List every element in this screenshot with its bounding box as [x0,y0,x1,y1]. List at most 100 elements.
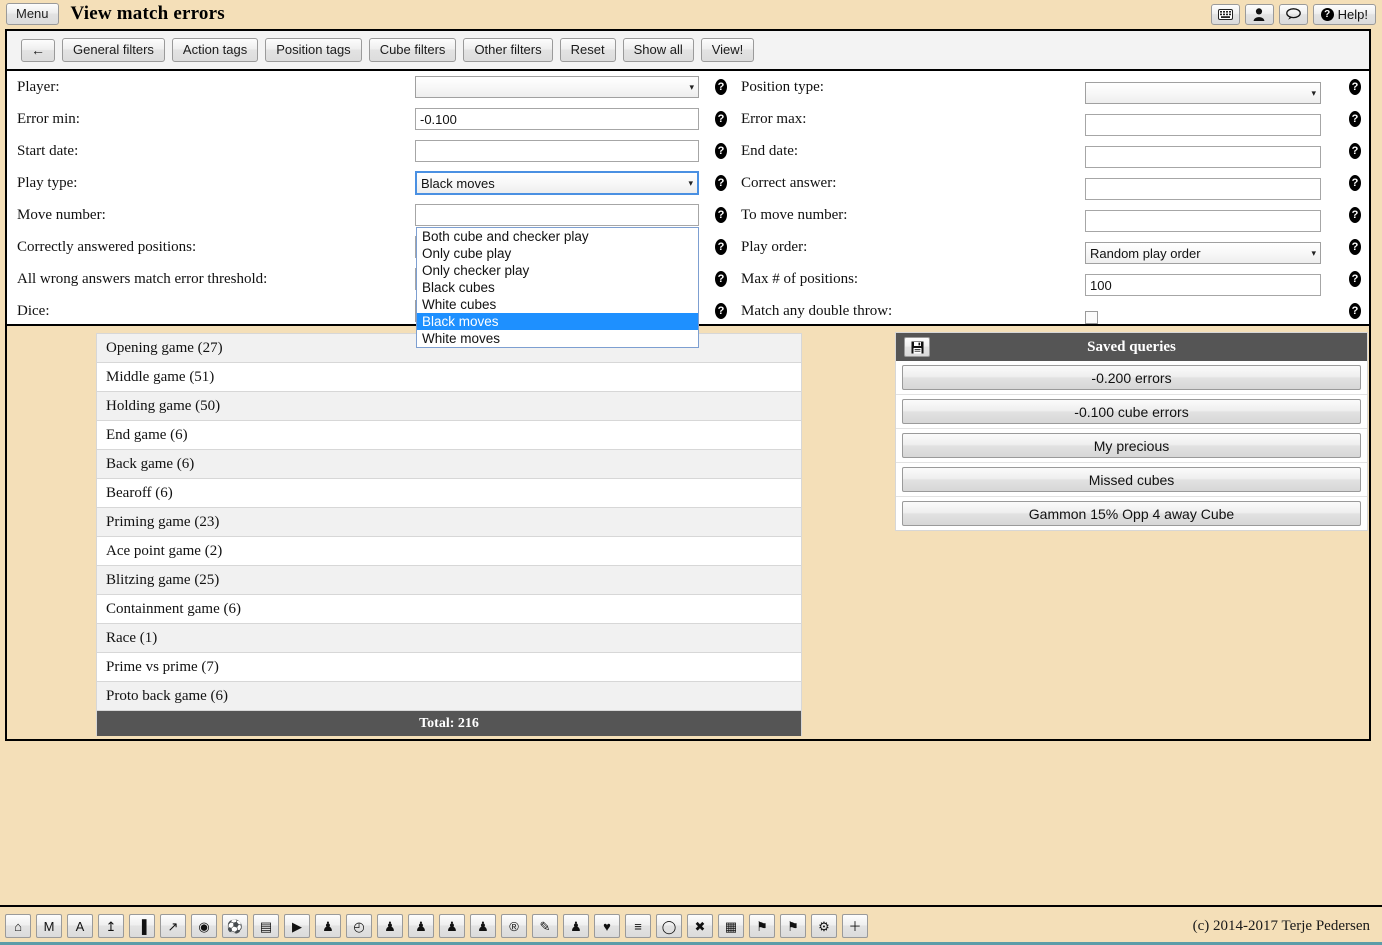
upload-icon[interactable]: ↥ [98,914,124,938]
help-start-date[interactable]: ? [707,135,735,167]
heart-icon[interactable]: ♥ [594,914,620,938]
error-min-input[interactable] [415,108,699,130]
list-item[interactable]: Ace point game (2) [97,537,801,566]
trophy3-icon[interactable]: ♟ [408,914,434,938]
list-item[interactable]: Back game (6) [97,450,801,479]
line-chart-icon[interactable]: ↗ [160,914,186,938]
to-move-number-input[interactable] [1085,210,1321,232]
general-filters-button[interactable]: General filters [62,38,165,62]
database-icon[interactable]: ≡ [625,914,651,938]
play-order-select[interactable]: Random play order ▾ [1085,242,1321,264]
play-type-option[interactable]: Only cube play [417,245,698,262]
player-select[interactable]: ▾ [415,76,699,98]
play-type-option[interactable]: White cubes [417,296,698,313]
film-icon[interactable]: ▦ [718,914,744,938]
home-icon[interactable]: ⌂ [5,914,31,938]
action-tags-button[interactable]: Action tags [171,38,259,62]
help-all-wrong-answers-threshold[interactable]: ? [707,263,735,295]
help-button[interactable]: ? Help! [1312,3,1376,25]
help-position-type[interactable]: ? [1341,71,1369,103]
help-match-any-double-throw[interactable]: ? [1341,295,1369,327]
help-play-order[interactable]: ? [1341,231,1369,263]
archive-icon[interactable]: ▤ [253,914,279,938]
saved-queries-header: Saved queries [896,333,1367,361]
saved-query-button[interactable]: Gammon 15% Opp 4 away Cube [902,501,1361,526]
play-type-options-list[interactable]: Both cube and checker play Only cube pla… [416,227,699,348]
bookmark-icon[interactable]: ⚑ [749,914,775,938]
list-item[interactable]: Containment game (6) [97,595,801,624]
bar-chart-icon[interactable]: ▐ [129,914,155,938]
start-date-input[interactable] [415,140,699,162]
ball-icon[interactable]: ⚽ [222,914,248,938]
save-query-button[interactable] [904,337,930,357]
user-icon[interactable] [1244,3,1274,25]
list-item[interactable]: Race (1) [97,624,801,653]
help-end-date[interactable]: ? [1341,135,1369,167]
saved-query-button[interactable]: My precious [902,433,1361,458]
play-icon[interactable]: ▶ [284,914,310,938]
trophy5-icon[interactable]: ♟ [470,914,496,938]
move-number-input[interactable] [415,204,699,226]
close-icon[interactable]: ✖ [687,914,713,938]
help-correct-answer[interactable]: ? [1341,167,1369,199]
list-item[interactable]: Blitzing game (25) [97,566,801,595]
help-player[interactable]: ? [707,71,735,103]
list-item[interactable]: Bearoff (6) [97,479,801,508]
error-max-input[interactable] [1085,114,1321,136]
list-item[interactable]: End game (6) [97,421,801,450]
play-type-select[interactable]: Black moves ▾ [415,171,699,195]
help-to-move-number[interactable]: ? [1341,199,1369,231]
list-item[interactable]: Middle game (51) [97,363,801,392]
keyboard-icon[interactable] [1210,3,1240,25]
max-positions-input[interactable] [1085,274,1321,296]
saved-query-button[interactable]: Missed cubes [902,467,1361,492]
list-item[interactable]: Holding game (50) [97,392,801,421]
correct-answer-input[interactable] [1085,178,1321,200]
edit-icon[interactable]: ✎ [532,914,558,938]
show-all-button[interactable]: Show all [622,38,694,62]
cube-filters-button[interactable]: Cube filters [368,38,457,62]
list-item[interactable]: Prime vs prime (7) [97,653,801,682]
position-type-select[interactable]: ▾ [1085,82,1321,104]
play-type-option[interactable]: Both cube and checker play [417,228,698,245]
comment-icon[interactable] [1278,3,1308,25]
comment-icon[interactable]: ◯ [656,914,682,938]
a-icon[interactable]: A [67,914,93,938]
play-type-option-selected[interactable]: Black moves [417,313,698,330]
m-icon[interactable]: M [36,914,62,938]
play-type-option[interactable]: White moves [417,330,698,347]
clock-icon[interactable]: ◴ [346,914,372,938]
trophy-icon[interactable]: ♟ [315,914,341,938]
help-play-type[interactable]: ? [707,167,735,199]
trophy2-icon[interactable]: ♟ [377,914,403,938]
list-item[interactable]: Priming game (23) [97,508,801,537]
play-type-option[interactable]: Black cubes [417,279,698,296]
help-error-min[interactable]: ? [707,103,735,135]
bookmark2-icon[interactable]: ⚑ [780,914,806,938]
plus-icon[interactable]: ＋ [842,914,868,938]
saved-queries-title: Saved queries [1087,338,1176,355]
help-dice[interactable]: ? [707,295,735,327]
help-max-positions[interactable]: ? [1341,263,1369,295]
help-correctly-answered-positions[interactable]: ? [707,231,735,263]
saved-query-button[interactable]: -0.100 cube errors [902,399,1361,424]
trophy6-icon[interactable]: ♟ [563,914,589,938]
reset-button[interactable]: Reset [559,38,616,62]
settings-icon[interactable]: ⚙ [811,914,837,938]
end-date-input[interactable] [1085,146,1321,168]
trophy4-icon[interactable]: ♟ [439,914,465,938]
list-item[interactable]: Proto back game (6) [97,682,801,711]
eye-icon[interactable]: ◉ [191,914,217,938]
play-type-option[interactable]: Only checker play [417,262,698,279]
help-icon: ? [715,79,727,95]
other-filters-button[interactable]: Other filters [463,38,553,62]
saved-query-button[interactable]: -0.200 errors [902,365,1361,390]
view-button[interactable]: View! [700,38,755,62]
help-error-max[interactable]: ? [1341,103,1369,135]
back-button[interactable]: ← [21,38,55,62]
match-any-double-throw-checkbox[interactable] [1085,310,1098,324]
menu-button[interactable]: Menu [6,3,59,25]
help-move-number[interactable]: ? [707,199,735,231]
position-tags-button[interactable]: Position tags [265,38,362,62]
registered-icon[interactable]: ® [501,914,527,938]
